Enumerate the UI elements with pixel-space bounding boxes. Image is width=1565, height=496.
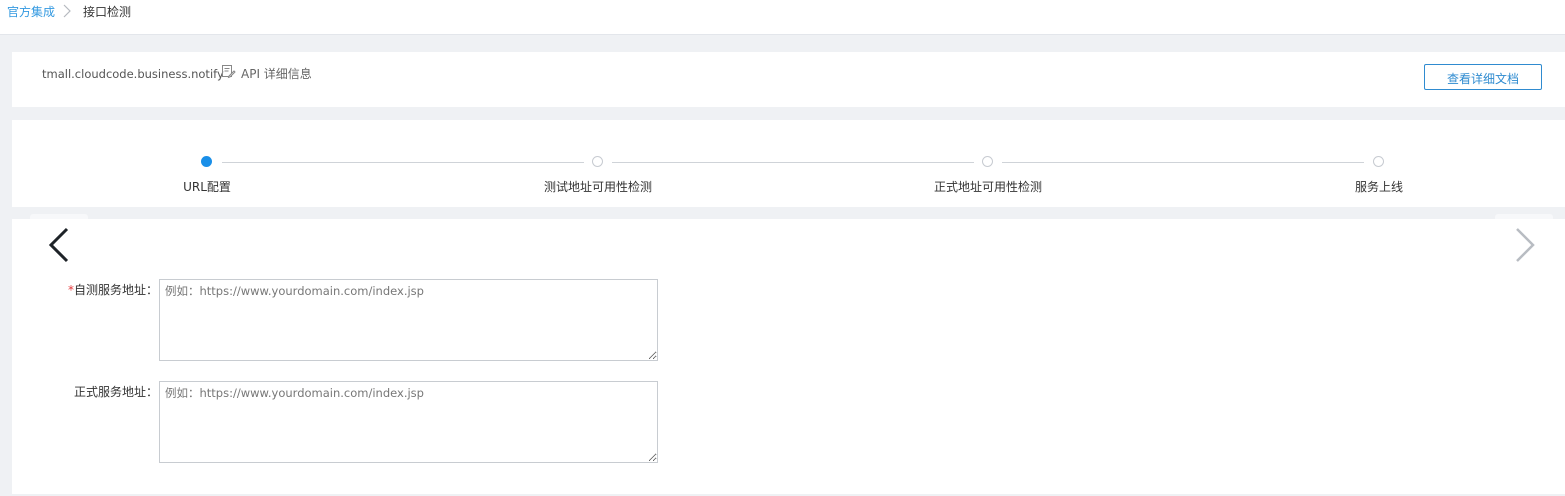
- breadcrumb: 官方集成 接口检测: [0, 0, 1565, 35]
- prod-url-label: 正式服务地址：: [74, 385, 159, 399]
- step-label-url-config: URL配置: [183, 180, 231, 194]
- api-info-card: tmall.cloudcode.business.notify API 详细信息…: [12, 52, 1565, 107]
- chevron-left-icon[interactable]: [46, 227, 72, 266]
- step-label-go-live: 服务上线: [1354, 180, 1404, 194]
- test-url-field[interactable]: [159, 279, 658, 361]
- breadcrumb-parent-link[interactable]: 官方集成: [7, 5, 55, 19]
- edit-doc-icon: [221, 64, 241, 82]
- steps-progress: URL配置 测试地址可用性检测 正式地址可用性检测 服务上线: [12, 120, 1565, 207]
- step-dot-url-config: [201, 156, 212, 167]
- step-label-prod-check: 正式地址可用性检测: [933, 180, 1043, 194]
- step-connector: [222, 162, 584, 163]
- step-dot-test-check: [592, 156, 603, 167]
- test-url-label: *自测服务地址：: [68, 283, 159, 297]
- api-detail-link[interactable]: API 详细信息: [221, 64, 312, 82]
- chevron-right-icon: [62, 3, 72, 22]
- step-connector: [1002, 162, 1364, 163]
- view-docs-button[interactable]: 查看详细文档: [1424, 64, 1542, 90]
- api-detail-label: API 详细信息: [241, 66, 312, 81]
- step-connector: [612, 162, 974, 163]
- step-dot-prod-check: [982, 156, 993, 167]
- prod-url-field[interactable]: [159, 381, 658, 463]
- step-dot-go-live: [1373, 156, 1384, 167]
- step-label-test-check: 测试地址可用性检测: [543, 180, 653, 194]
- api-name: tmall.cloudcode.business.notify: [42, 67, 224, 81]
- breadcrumb-current: 接口检测: [83, 5, 132, 19]
- chevron-right-icon[interactable]: [1512, 227, 1538, 266]
